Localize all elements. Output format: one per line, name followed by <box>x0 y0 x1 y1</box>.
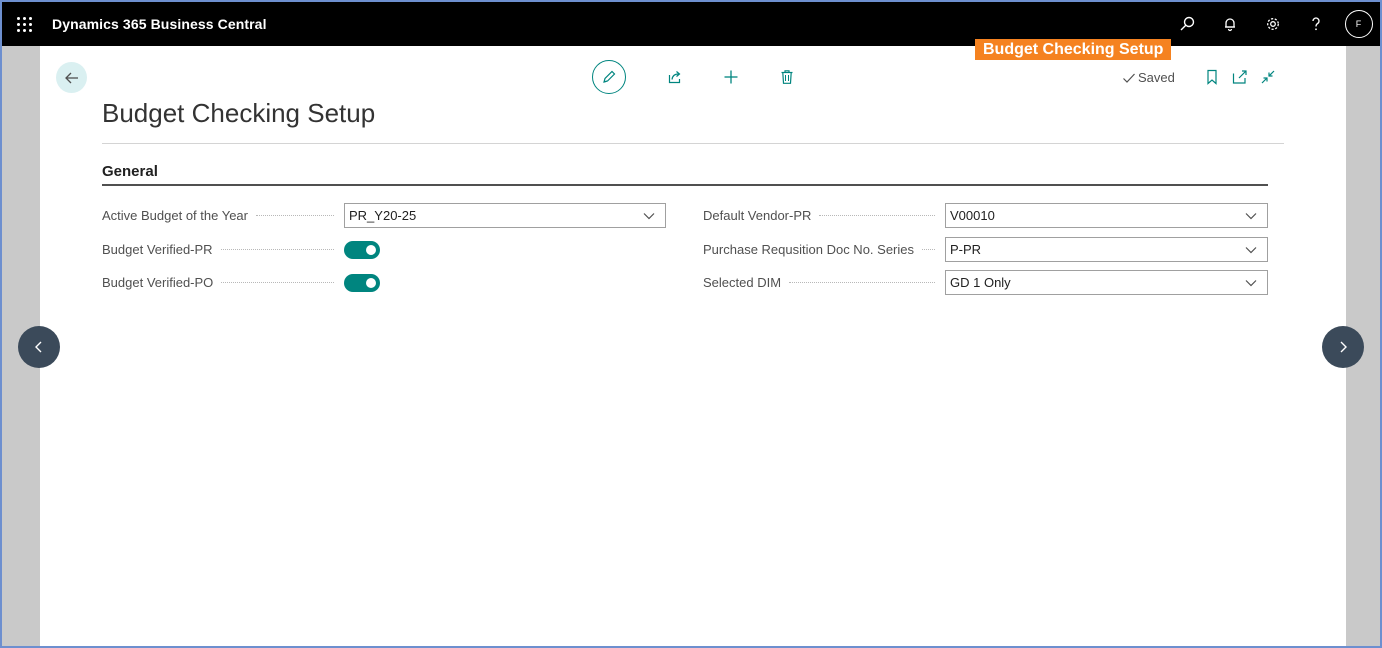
field-label: Budget Verified-PO <box>102 275 214 290</box>
next-record-button[interactable] <box>1322 326 1364 368</box>
field-label: Purchase Requsition Doc No. Series <box>703 242 914 257</box>
title-divider <box>102 143 1284 144</box>
previous-record-button[interactable] <box>18 326 60 368</box>
arrow-left-icon <box>64 72 78 83</box>
notification-bell-icon[interactable] <box>1208 2 1251 46</box>
label-leader <box>256 215 334 216</box>
save-status: Saved <box>1122 70 1175 85</box>
top-app-bar: Dynamics 365 Business Central F <box>2 2 1380 46</box>
card-page: Saved Budget Checking Setup General Acti… <box>40 46 1346 646</box>
field-budget-verified-pr: Budget Verified-PR <box>102 237 382 262</box>
select-value: V00010 <box>950 208 995 223</box>
back-button[interactable] <box>56 62 87 93</box>
field-selected-dim: Selected DIM GD 1 Only <box>703 270 1268 295</box>
toggle-knob <box>366 277 376 288</box>
app-title[interactable]: Dynamics 365 Business Central <box>52 16 267 32</box>
share-button[interactable] <box>647 60 703 94</box>
plus-icon <box>724 70 738 84</box>
collapse-icon[interactable] <box>1258 66 1278 88</box>
select-value: PR_Y20-25 <box>349 208 417 223</box>
chevron-down-icon <box>643 212 655 219</box>
section-divider <box>102 184 1268 186</box>
user-avatar-button[interactable]: F <box>1337 2 1380 46</box>
doc-no-series-select[interactable]: P-PR <box>945 237 1268 262</box>
label-leader <box>220 249 334 250</box>
budget-verified-pr-toggle[interactable] <box>344 240 380 259</box>
app-launcher-icon[interactable] <box>2 2 46 46</box>
top-actions: F <box>1165 2 1380 46</box>
toggle-knob <box>366 244 376 255</box>
field-purchase-doc-series: Purchase Requsition Doc No. Series P-PR <box>703 237 1268 262</box>
field-label: Budget Verified-PR <box>102 242 213 257</box>
settings-gear-icon[interactable] <box>1251 2 1294 46</box>
trash-icon <box>781 70 793 84</box>
select-value: P-PR <box>950 242 982 257</box>
field-budget-verified-po: Budget Verified-PO <box>102 270 382 295</box>
field-default-vendor-pr: Default Vendor-PR V00010 <box>703 203 1268 228</box>
budget-verified-po-toggle[interactable] <box>344 273 380 292</box>
callout-label: Budget Checking Setup <box>975 39 1172 60</box>
selected-dim-select[interactable]: GD 1 Only <box>945 270 1268 295</box>
page-title: Budget Checking Setup <box>102 98 376 128</box>
pencil-icon <box>603 70 616 83</box>
page-utility-icons <box>1202 66 1278 88</box>
checkmark-icon <box>1123 73 1135 83</box>
edit-button[interactable] <box>592 60 626 94</box>
help-question-icon[interactable] <box>1294 2 1337 46</box>
open-new-window-icon[interactable] <box>1230 66 1250 88</box>
share-icon <box>668 71 681 84</box>
section-general-header[interactable]: General <box>102 163 158 180</box>
new-button[interactable] <box>703 60 759 94</box>
chevron-down-icon <box>1245 279 1257 286</box>
select-value: GD 1 Only <box>950 275 1011 290</box>
bookmark-icon[interactable] <box>1202 66 1222 88</box>
save-status-text: Saved <box>1138 70 1175 85</box>
delete-button[interactable] <box>759 60 815 94</box>
screenshot-frame: Dynamics 365 Business Central F Budget C… <box>0 0 1382 648</box>
field-label: Default Vendor-PR <box>703 208 812 223</box>
label-leader <box>789 282 935 283</box>
user-avatar: F <box>1344 10 1373 38</box>
action-toolbar <box>592 60 815 94</box>
field-label: Selected DIM <box>703 275 782 290</box>
chevron-down-icon <box>1245 212 1257 219</box>
chevron-right-icon <box>1340 341 1347 353</box>
chevron-down-icon <box>1245 246 1257 253</box>
label-leader <box>819 215 935 216</box>
label-leader <box>221 282 334 283</box>
default-vendor-select[interactable]: V00010 <box>945 203 1268 228</box>
label-leader <box>922 249 935 250</box>
field-label: Active Budget of the Year <box>102 208 248 223</box>
chevron-left-icon <box>35 341 42 353</box>
field-active-budget: Active Budget of the Year PR_Y20-25 <box>102 203 666 228</box>
active-budget-select[interactable]: PR_Y20-25 <box>344 203 666 228</box>
